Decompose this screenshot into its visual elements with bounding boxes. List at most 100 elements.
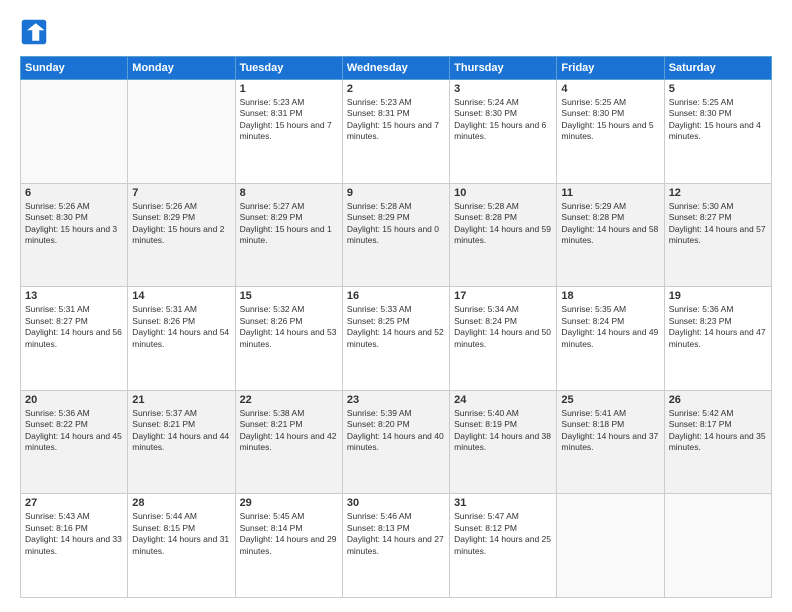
calendar-cell: 22 Sunrise: 5:38 AM Sunset: 8:21 PM Dayli…	[235, 390, 342, 494]
calendar-cell: 14 Sunrise: 5:31 AM Sunset: 8:26 PM Dayli…	[128, 287, 235, 391]
day-number: 25	[561, 394, 659, 406]
day-number: 15	[240, 290, 338, 302]
logo-icon	[20, 18, 48, 46]
weekday-header: Monday	[128, 57, 235, 80]
calendar-week-row: 1 Sunrise: 5:23 AM Sunset: 8:31 PM Daylig…	[21, 80, 772, 184]
day-number: 26	[669, 394, 767, 406]
calendar-cell: 11 Sunrise: 5:29 AM Sunset: 8:28 PM Dayli…	[557, 183, 664, 287]
calendar-cell: 27 Sunrise: 5:43 AM Sunset: 8:16 PM Dayli…	[21, 494, 128, 598]
day-number: 9	[347, 187, 445, 199]
day-number: 10	[454, 187, 552, 199]
cell-info: Sunrise: 5:40 AM Sunset: 8:19 PM Dayligh…	[454, 408, 552, 454]
day-number: 3	[454, 83, 552, 95]
cell-info: Sunrise: 5:24 AM Sunset: 8:30 PM Dayligh…	[454, 97, 552, 143]
cell-info: Sunrise: 5:29 AM Sunset: 8:28 PM Dayligh…	[561, 201, 659, 247]
cell-info: Sunrise: 5:37 AM Sunset: 8:21 PM Dayligh…	[132, 408, 230, 454]
day-number: 22	[240, 394, 338, 406]
calendar-cell: 29 Sunrise: 5:45 AM Sunset: 8:14 PM Dayli…	[235, 494, 342, 598]
calendar-cell: 9 Sunrise: 5:28 AM Sunset: 8:29 PM Daylig…	[342, 183, 449, 287]
day-number: 20	[25, 394, 123, 406]
weekday-header: Thursday	[450, 57, 557, 80]
day-number: 5	[669, 83, 767, 95]
cell-info: Sunrise: 5:47 AM Sunset: 8:12 PM Dayligh…	[454, 511, 552, 557]
weekday-header: Wednesday	[342, 57, 449, 80]
cell-info: Sunrise: 5:25 AM Sunset: 8:30 PM Dayligh…	[561, 97, 659, 143]
calendar-cell: 7 Sunrise: 5:26 AM Sunset: 8:29 PM Daylig…	[128, 183, 235, 287]
cell-info: Sunrise: 5:25 AM Sunset: 8:30 PM Dayligh…	[669, 97, 767, 143]
cell-info: Sunrise: 5:42 AM Sunset: 8:17 PM Dayligh…	[669, 408, 767, 454]
calendar-cell	[128, 80, 235, 184]
day-number: 8	[240, 187, 338, 199]
weekday-header: Friday	[557, 57, 664, 80]
calendar-cell	[664, 494, 771, 598]
calendar-cell: 28 Sunrise: 5:44 AM Sunset: 8:15 PM Dayli…	[128, 494, 235, 598]
calendar-cell: 4 Sunrise: 5:25 AM Sunset: 8:30 PM Daylig…	[557, 80, 664, 184]
cell-info: Sunrise: 5:30 AM Sunset: 8:27 PM Dayligh…	[669, 201, 767, 247]
day-number: 29	[240, 497, 338, 509]
cell-info: Sunrise: 5:28 AM Sunset: 8:29 PM Dayligh…	[347, 201, 445, 247]
cell-info: Sunrise: 5:26 AM Sunset: 8:29 PM Dayligh…	[132, 201, 230, 247]
day-number: 4	[561, 83, 659, 95]
calendar-week-row: 27 Sunrise: 5:43 AM Sunset: 8:16 PM Dayli…	[21, 494, 772, 598]
cell-info: Sunrise: 5:45 AM Sunset: 8:14 PM Dayligh…	[240, 511, 338, 557]
calendar-cell: 8Sunrise: 5:27 AM Sunset: 8:29 PM Daylig…	[235, 183, 342, 287]
cell-info: Sunrise: 5:44 AM Sunset: 8:15 PM Dayligh…	[132, 511, 230, 557]
calendar-cell: 16 Sunrise: 5:33 AM Sunset: 8:25 PM Dayli…	[342, 287, 449, 391]
weekday-header: Sunday	[21, 57, 128, 80]
cell-info: Sunrise: 5:43 AM Sunset: 8:16 PM Dayligh…	[25, 511, 123, 557]
day-number: 19	[669, 290, 767, 302]
cell-info: Sunrise: 5:32 AM Sunset: 8:26 PM Dayligh…	[240, 304, 338, 350]
calendar-cell: 2Sunrise: 5:23 AM Sunset: 8:31 PM Daylig…	[342, 80, 449, 184]
calendar-cell	[21, 80, 128, 184]
calendar-cell: 25Sunrise: 5:41 AM Sunset: 8:18 PM Dayli…	[557, 390, 664, 494]
cell-info: Sunrise: 5:31 AM Sunset: 8:26 PM Dayligh…	[132, 304, 230, 350]
cell-info: Sunrise: 5:28 AM Sunset: 8:28 PM Dayligh…	[454, 201, 552, 247]
day-number: 28	[132, 497, 230, 509]
day-number: 30	[347, 497, 445, 509]
day-number: 7	[132, 187, 230, 199]
calendar-week-row: 20 Sunrise: 5:36 AM Sunset: 8:22 PM Dayli…	[21, 390, 772, 494]
calendar-table: SundayMondayTuesdayWednesdayThursdayFrid…	[20, 56, 772, 598]
cell-info: Sunrise: 5:33 AM Sunset: 8:25 PM Dayligh…	[347, 304, 445, 350]
weekday-header: Saturday	[664, 57, 771, 80]
calendar-cell: 3 Sunrise: 5:24 AM Sunset: 8:30 PM Daylig…	[450, 80, 557, 184]
calendar-cell: 15 Sunrise: 5:32 AM Sunset: 8:26 PM Dayli…	[235, 287, 342, 391]
cell-info: Sunrise: 5:36 AM Sunset: 8:22 PM Dayligh…	[25, 408, 123, 454]
calendar-cell: 30 Sunrise: 5:46 AM Sunset: 8:13 PM Dayli…	[342, 494, 449, 598]
day-number: 16	[347, 290, 445, 302]
cell-info: Sunrise: 5:26 AM Sunset: 8:30 PM Dayligh…	[25, 201, 123, 247]
weekday-header: Tuesday	[235, 57, 342, 80]
cell-info: Sunrise: 5:36 AM Sunset: 8:23 PM Dayligh…	[669, 304, 767, 350]
cell-info: Sunrise: 5:38 AM Sunset: 8:21 PM Dayligh…	[240, 408, 338, 454]
cell-info: Sunrise: 5:35 AM Sunset: 8:24 PM Dayligh…	[561, 304, 659, 350]
calendar-cell: 19 Sunrise: 5:36 AM Sunset: 8:23 PM Dayli…	[664, 287, 771, 391]
calendar-cell: 5 Sunrise: 5:25 AM Sunset: 8:30 PM Daylig…	[664, 80, 771, 184]
day-number: 11	[561, 187, 659, 199]
calendar-cell: 13Sunrise: 5:31 AM Sunset: 8:27 PM Dayli…	[21, 287, 128, 391]
cell-info: Sunrise: 5:31 AM Sunset: 8:27 PM Dayligh…	[25, 304, 123, 350]
day-number: 27	[25, 497, 123, 509]
logo	[20, 18, 54, 46]
day-number: 6	[25, 187, 123, 199]
calendar-header-row: SundayMondayTuesdayWednesdayThursdayFrid…	[21, 57, 772, 80]
cell-info: Sunrise: 5:39 AM Sunset: 8:20 PM Dayligh…	[347, 408, 445, 454]
header	[20, 18, 772, 46]
calendar-cell: 24 Sunrise: 5:40 AM Sunset: 8:19 PM Dayli…	[450, 390, 557, 494]
day-number: 24	[454, 394, 552, 406]
day-number: 14	[132, 290, 230, 302]
calendar-cell: 23 Sunrise: 5:39 AM Sunset: 8:20 PM Dayli…	[342, 390, 449, 494]
cell-info: Sunrise: 5:46 AM Sunset: 8:13 PM Dayligh…	[347, 511, 445, 557]
cell-info: Sunrise: 5:34 AM Sunset: 8:24 PM Dayligh…	[454, 304, 552, 350]
calendar-week-row: 13Sunrise: 5:31 AM Sunset: 8:27 PM Dayli…	[21, 287, 772, 391]
calendar-cell: 20 Sunrise: 5:36 AM Sunset: 8:22 PM Dayli…	[21, 390, 128, 494]
calendar-cell: 1 Sunrise: 5:23 AM Sunset: 8:31 PM Daylig…	[235, 80, 342, 184]
page: SundayMondayTuesdayWednesdayThursdayFrid…	[0, 0, 792, 612]
day-number: 23	[347, 394, 445, 406]
day-number: 31	[454, 497, 552, 509]
calendar-cell: 18Sunrise: 5:35 AM Sunset: 8:24 PM Dayli…	[557, 287, 664, 391]
calendar-cell: 21 Sunrise: 5:37 AM Sunset: 8:21 PM Dayli…	[128, 390, 235, 494]
calendar-cell: 12Sunrise: 5:30 AM Sunset: 8:27 PM Dayli…	[664, 183, 771, 287]
day-number: 1	[240, 83, 338, 95]
cell-info: Sunrise: 5:23 AM Sunset: 8:31 PM Dayligh…	[240, 97, 338, 143]
day-number: 21	[132, 394, 230, 406]
